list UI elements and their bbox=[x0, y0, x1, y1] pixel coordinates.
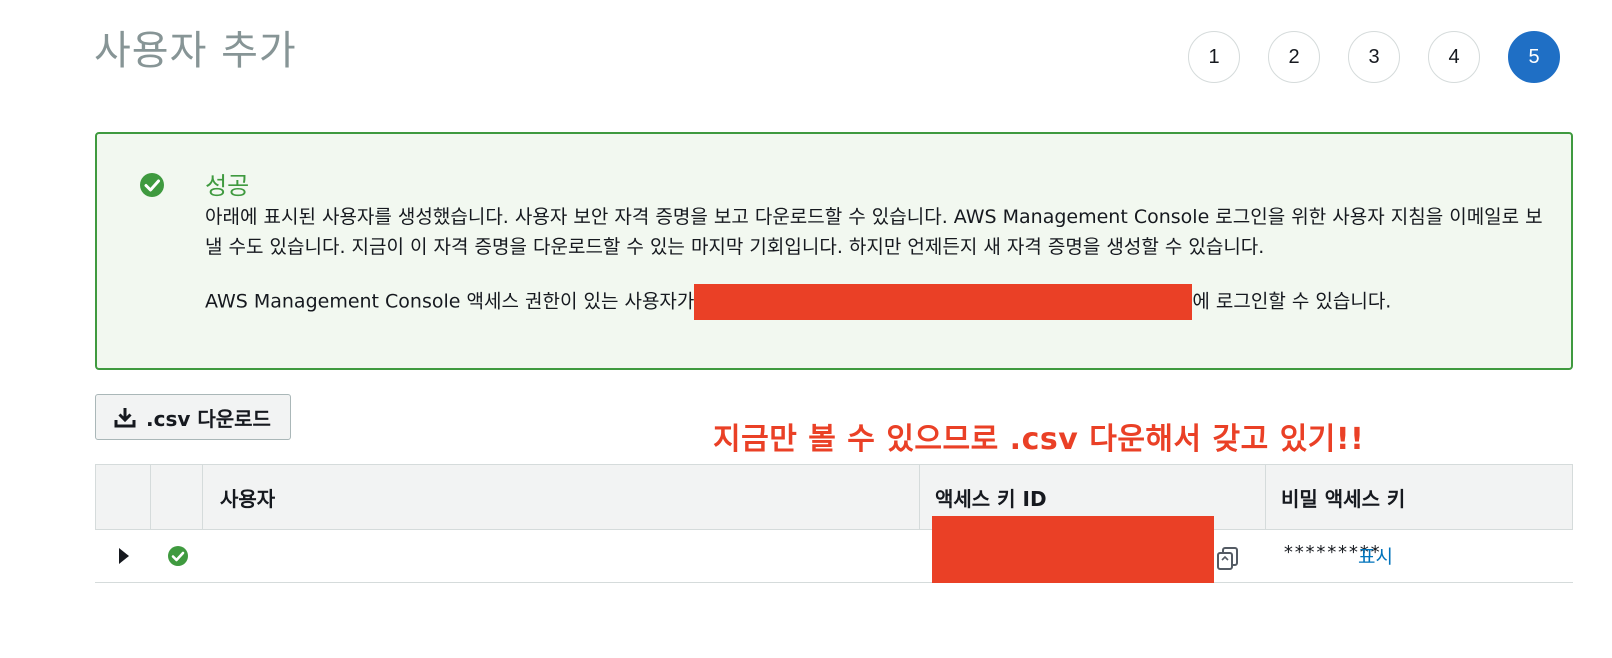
alert-body: 아래에 표시된 사용자를 생성했습니다. 사용자 보안 자격 증명을 보고 다운… bbox=[205, 206, 1543, 258]
show-secret-link[interactable]: 표시 bbox=[1358, 542, 1393, 569]
login-info: AWS Management Console 액세스 권한이 있는 사용자가 에 … bbox=[205, 284, 1391, 320]
step-1[interactable]: 1 bbox=[1188, 31, 1240, 83]
step-4[interactable]: 4 bbox=[1428, 31, 1480, 83]
column-divider bbox=[919, 465, 920, 529]
success-alert: 성공 아래에 표시된 사용자를 생성했습니다. 사용자 보안 자격 증명을 보고… bbox=[95, 132, 1573, 370]
step-5[interactable]: 5 bbox=[1508, 31, 1560, 83]
annotation-note: 지금만 볼 수 있으므로 .csv 다운해서 갖고 있기!! bbox=[713, 422, 1365, 457]
header-secret-access-key: 비밀 액세스 키 bbox=[1281, 486, 1406, 511]
column-divider bbox=[202, 465, 203, 529]
login-prefix: AWS Management Console 액세스 권한이 있는 사용자가 bbox=[205, 290, 695, 313]
page-title: 사용자 추가 bbox=[94, 28, 297, 74]
table-header: 사용자 액세스 키 ID 비밀 액세스 키 bbox=[95, 464, 1573, 530]
caret-right-icon[interactable] bbox=[119, 548, 129, 564]
column-divider bbox=[1265, 465, 1266, 529]
check-circle-icon bbox=[140, 173, 164, 197]
step-2[interactable]: 2 bbox=[1268, 31, 1320, 83]
header-user: 사용자 bbox=[220, 486, 276, 511]
download-icon bbox=[114, 408, 136, 428]
step-3[interactable]: 3 bbox=[1348, 31, 1400, 83]
column-divider bbox=[150, 465, 151, 529]
credentials-table: 사용자 액세스 키 ID 비밀 액세스 키 ********* 표시 bbox=[95, 464, 1573, 583]
redacted-access-key-id bbox=[932, 516, 1214, 583]
csv-download-button[interactable]: .csv 다운로드 bbox=[95, 394, 291, 440]
check-circle-icon bbox=[168, 546, 188, 566]
redacted-login-url bbox=[694, 284, 1193, 320]
alert-title: 성공 bbox=[205, 172, 250, 200]
csv-download-label: .csv 다운로드 bbox=[146, 406, 271, 431]
table-row: ********* 표시 bbox=[95, 516, 1573, 583]
copy-icon[interactable] bbox=[1215, 545, 1241, 571]
login-suffix: 에 로그인할 수 있습니다. bbox=[1192, 290, 1392, 313]
